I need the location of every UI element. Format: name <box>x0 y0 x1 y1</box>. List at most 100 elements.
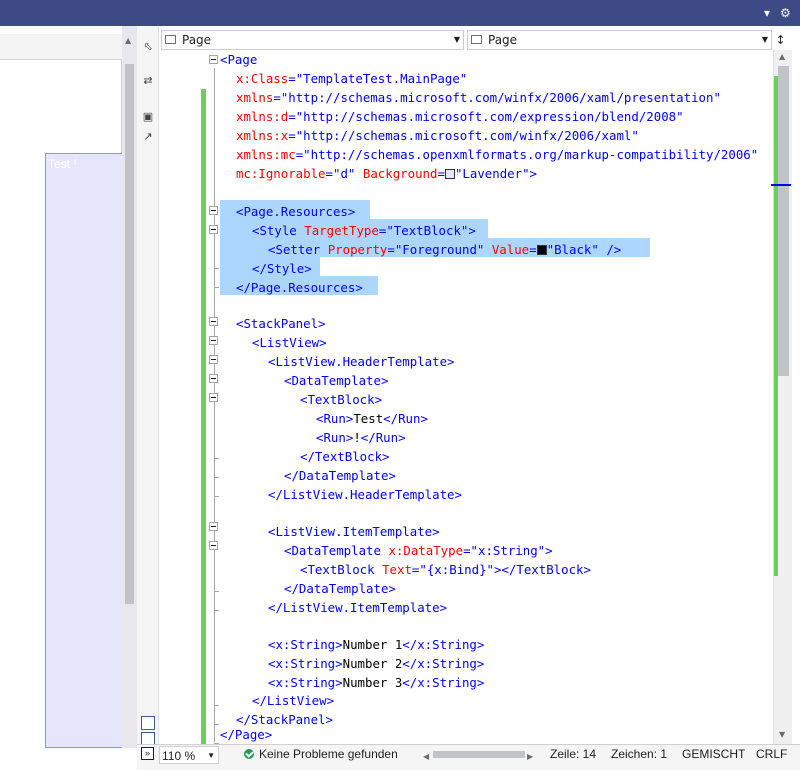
code-line[interactable]: <x:String>Number 3</x:String> <box>268 673 484 692</box>
designer-scroll-thumb[interactable] <box>125 64 134 604</box>
code-token: </x:String> <box>402 637 485 652</box>
editor-scroll-thumb[interactable] <box>778 66 789 376</box>
code-token: mc:Ignorable <box>236 166 326 181</box>
editor-vertical-scrollbar[interactable]: ▲ ▼ <box>773 50 792 744</box>
change-tracking-bar <box>201 89 206 744</box>
code-line[interactable]: <TextBlock> <box>300 390 382 409</box>
xaml-icon[interactable]: ▣ <box>141 110 155 124</box>
code-token: ></TextBlock> <box>494 562 591 577</box>
designer-preview-text: Test ! <box>48 157 77 171</box>
code-token: </ListView.ItemTemplate> <box>268 600 448 615</box>
chevron-down-icon: ▼ <box>453 35 460 44</box>
code-token: <TextBlock <box>300 562 375 577</box>
fold-toggle-icon[interactable] <box>209 336 218 345</box>
code-line[interactable]: xmlns:x="http://schemas.microsoft.com/wi… <box>236 126 639 145</box>
designer-vertical-scrollbar[interactable]: ▲ <box>122 34 137 748</box>
element-dropdown-left[interactable]: Page ▼ <box>161 30 464 50</box>
code-line[interactable]: <Style TargetType="TextBlock"> <box>252 221 476 240</box>
code-line[interactable]: </DataTemplate> <box>284 466 396 485</box>
code-line[interactable]: </Page> <box>220 725 272 744</box>
code-line[interactable]: <Setter Property="Foreground" Value= "Bla… <box>268 240 621 259</box>
scroll-up-icon[interactable]: ▲ <box>779 52 785 61</box>
code-line[interactable]: </Style> <box>252 259 312 278</box>
indent-mode[interactable]: GEMISCHT <box>682 745 745 763</box>
open-window-icon[interactable]: ↗ <box>141 130 155 144</box>
code-line[interactable]: <x:String>Number 1</x:String> <box>268 635 484 654</box>
element-dropdown-left-value: Page <box>182 33 212 47</box>
code-line[interactable]: </ListView.HeaderTemplate> <box>268 485 462 504</box>
code-token: </ListView.HeaderTemplate> <box>268 487 462 502</box>
code-line[interactable]: </Page.Resources> <box>236 278 363 297</box>
code-token: "http://schemas.openxmlformats.org/marku… <box>303 147 759 162</box>
gear-icon[interactable]: ⚙ <box>780 6 791 20</box>
code-line[interactable]: <ListView> <box>252 333 327 352</box>
black-swatch-icon[interactable] <box>536 245 547 255</box>
split-editor-icon[interactable]: ↕ <box>773 30 788 50</box>
code-line[interactable]: <StackPanel> <box>236 314 326 333</box>
horizontal-scrollbar[interactable]: ◀ ▶ <box>423 748 533 761</box>
code-line[interactable]: xmlns:mc="http://schemas.openxmlformats.… <box>236 145 758 164</box>
code-token: "{x:Bind}" <box>419 562 494 577</box>
fold-toggle-icon[interactable] <box>209 206 218 215</box>
code-line[interactable]: </TextBlock> <box>300 447 390 466</box>
fold-toggle-icon[interactable] <box>209 225 218 234</box>
code-token: "Lavender" <box>454 166 530 181</box>
code-token: <Run> <box>316 430 354 445</box>
fold-end-tick <box>214 496 219 497</box>
code-line[interactable]: </ListView.ItemTemplate> <box>268 598 447 617</box>
split-horizontal-icon[interactable] <box>141 716 155 730</box>
chevron-down-icon: ▼ <box>761 35 768 44</box>
lavender-swatch-icon[interactable] <box>444 169 455 179</box>
issues-status[interactable]: Keine Probleme gefunden <box>259 745 398 763</box>
zoom-select[interactable]: 110 % ▼ <box>159 746 219 764</box>
code-token: <StackPanel> <box>236 316 326 331</box>
code-token: xmlns <box>236 90 274 105</box>
fold-toggle-icon[interactable] <box>209 374 218 383</box>
swap-icon[interactable]: ⇄ <box>141 74 155 88</box>
code-token: </ListView> <box>252 693 335 708</box>
code-line[interactable]: </ListView> <box>252 691 334 710</box>
code-line[interactable]: <Page.Resources> <box>236 202 355 221</box>
code-editor[interactable]: <Page x:Class="TemplateTest.MainPage" xm… <box>159 50 773 744</box>
code-token: </Run> <box>360 430 406 445</box>
code-line[interactable]: mc:Ignorable="d" Background= "Lavender"> <box>236 164 537 183</box>
code-line[interactable]: <x:String>Number 2</x:String> <box>268 654 484 673</box>
scroll-left-icon[interactable]: ◀ <box>423 748 429 766</box>
line-ending[interactable]: CRLF <box>756 745 787 763</box>
code-line[interactable]: </DataTemplate> <box>284 579 396 598</box>
code-token: "http://schemas.microsoft.com/winfx/2006… <box>295 128 639 143</box>
code-line[interactable]: <ListView.HeaderTemplate> <box>268 352 455 371</box>
code-line[interactable]: xmlns:d="http://schemas.microsoft.com/ex… <box>236 107 684 126</box>
chevron-down-icon[interactable]: ▾ <box>764 6 770 20</box>
code-token: "TextBlock" <box>386 223 469 238</box>
horizontal-scroll-thumb[interactable] <box>433 751 525 758</box>
scroll-down-icon[interactable]: ▼ <box>779 730 785 739</box>
code-line[interactable]: xmlns="http://schemas.microsoft.com/winf… <box>236 88 721 107</box>
code-line[interactable]: <ListView.ItemTemplate> <box>268 522 440 541</box>
code-token: </DataTemplate> <box>284 468 396 483</box>
code-line[interactable]: <Run>!</Run> <box>316 428 406 447</box>
code-line[interactable]: x:Class="TemplateTest.MainPage" <box>236 69 467 88</box>
element-dropdown-right[interactable]: Page ▼ <box>467 30 772 50</box>
scroll-up-icon[interactable]: ▲ <box>125 36 131 45</box>
code-line[interactable]: <Run>Test</Run> <box>316 409 428 428</box>
pointer-icon[interactable]: ⬁ <box>141 40 155 54</box>
code-token: <DataTemplate <box>284 543 381 558</box>
code-line[interactable]: <TextBlock Text="{x:Bind}"></TextBlock> <box>300 560 591 579</box>
code-line[interactable]: <DataTemplate> <box>284 371 388 390</box>
scroll-right-icon[interactable]: ▶ <box>527 748 533 766</box>
fold-toggle-icon[interactable] <box>209 355 218 364</box>
code-line[interactable]: <Page <box>220 50 257 69</box>
window-edge <box>792 50 800 744</box>
fold-toggle-icon[interactable] <box>209 317 218 326</box>
fold-toggle-icon[interactable] <box>209 55 218 64</box>
char-indicator[interactable]: Zeichen: 1 <box>611 745 667 763</box>
designer-canvas[interactable]: Test ! <box>0 60 122 748</box>
line-indicator[interactable]: Zeile: 14 <box>550 745 596 763</box>
code-line[interactable]: <DataTemplate x:DataType="x:String"> <box>284 541 553 560</box>
fold-toggle-icon[interactable] <box>209 541 218 550</box>
designer-page-frame[interactable]: Test ! <box>45 153 122 748</box>
fold-toggle-icon[interactable] <box>209 393 218 402</box>
expand-icon[interactable]: » <box>141 747 154 760</box>
fold-toggle-icon[interactable] <box>209 522 218 531</box>
